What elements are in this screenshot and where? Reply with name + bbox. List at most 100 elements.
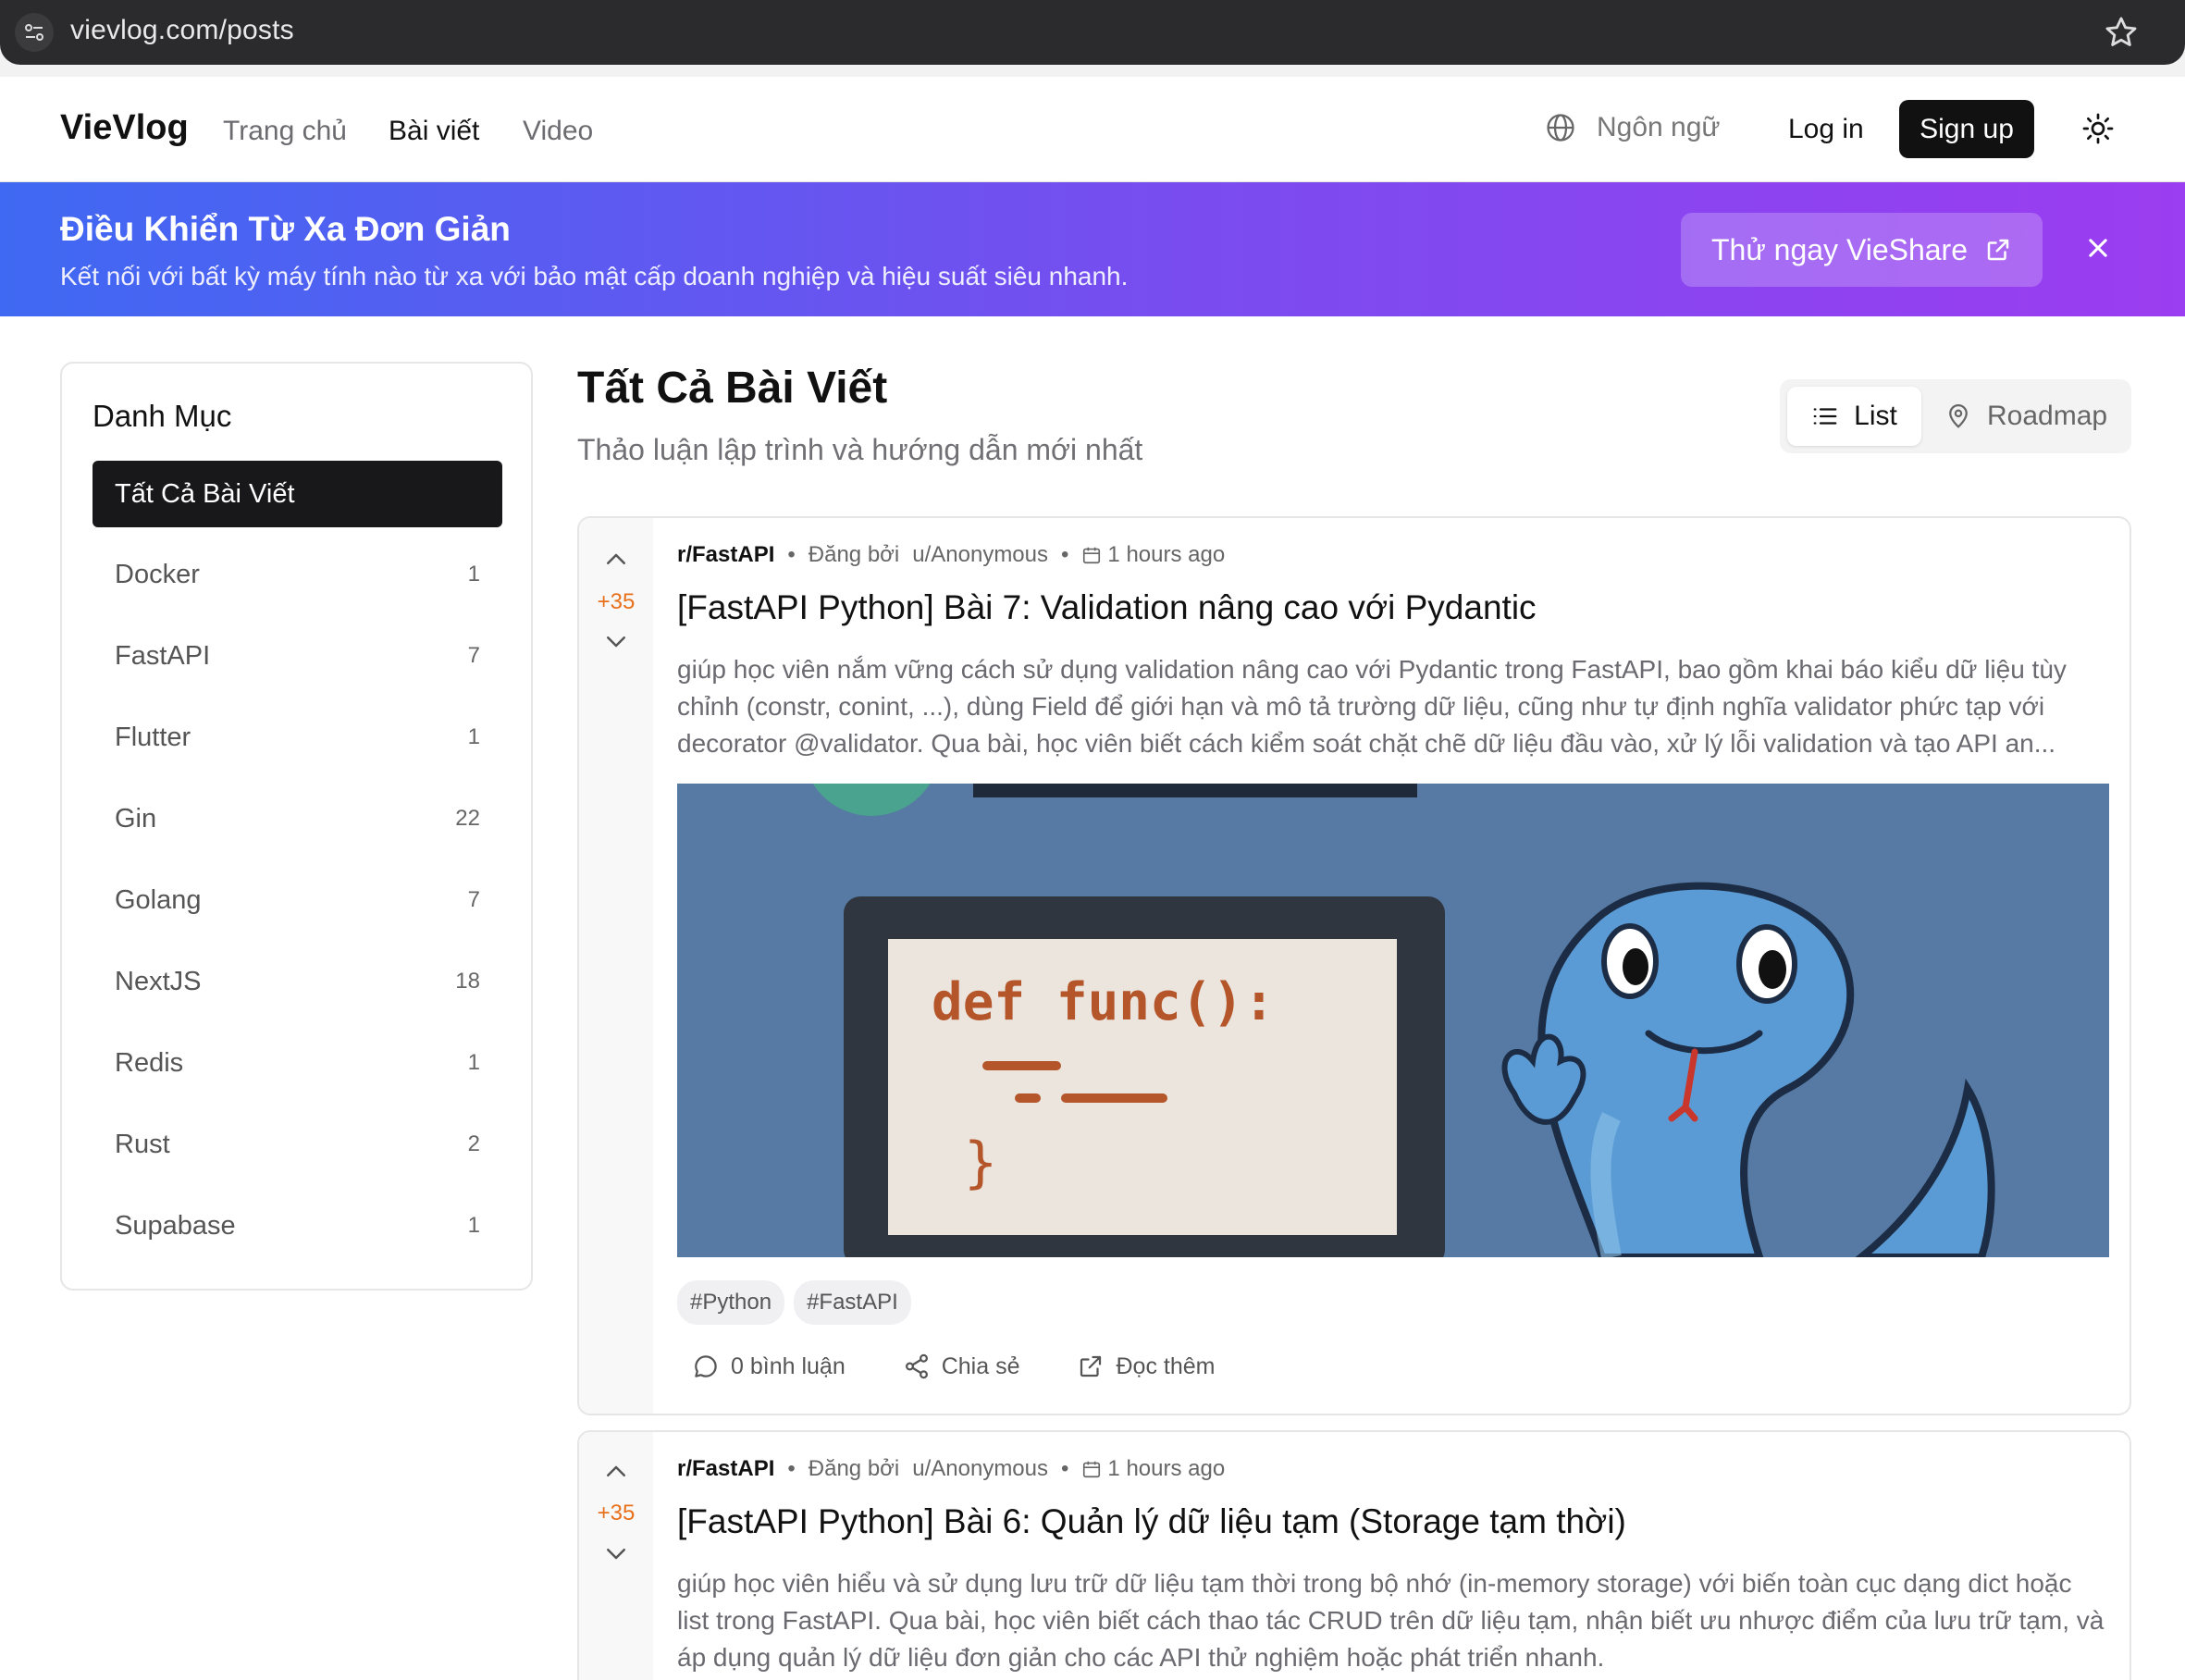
tag-chip[interactable]: #Python: [677, 1280, 785, 1325]
upvote-icon[interactable]: [602, 546, 630, 574]
category-nextjs[interactable]: NextJS 18: [93, 954, 502, 1009]
sun-icon[interactable]: [2081, 112, 2115, 145]
nav-link-video[interactable]: Video: [523, 116, 593, 147]
vote-count: +35: [597, 1501, 636, 1526]
post-card[interactable]: +35 r/FastAPI • Đăng bởi u/Anonymous • 1…: [577, 516, 2131, 1415]
downvote-icon[interactable]: [602, 1539, 630, 1567]
category-count: 18: [455, 969, 480, 994]
view-roadmap-button[interactable]: Roadmap: [1944, 387, 2107, 446]
bookmark-star-icon[interactable]: [2104, 15, 2139, 50]
meta-dot: •: [1061, 1456, 1069, 1481]
post-meta: r/FastAPI • Đăng bởi u/Anonymous • 1 hou…: [677, 542, 1225, 568]
calendar-icon: [1083, 1461, 1101, 1478]
category-golang[interactable]: Golang 7: [93, 872, 502, 928]
meta-dot: •: [787, 1456, 796, 1481]
category-docker[interactable]: Docker 1: [93, 547, 502, 602]
share-button[interactable]: Chia sẻ: [903, 1353, 1019, 1380]
post-card[interactable]: +35 r/FastAPI • Đăng bởi u/Anonymous • 1…: [577, 1430, 2131, 1680]
category-label: Docker: [115, 559, 200, 589]
banner-subtitle: Kết nối với bất kỳ máy tính nào từ xa vớ…: [60, 262, 1129, 290]
login-link[interactable]: Log in: [1788, 114, 1864, 145]
category-count: 1: [467, 1213, 480, 1238]
map-pin-icon: [1949, 404, 1968, 428]
view-list-label: List: [1854, 401, 1897, 431]
nav-link-posts[interactable]: Bài viết: [389, 116, 479, 147]
view-list-button[interactable]: List: [1787, 387, 1921, 446]
site-settings-icon[interactable]: [15, 13, 54, 52]
read-more-button[interactable]: Đọc thêm: [1077, 1353, 1215, 1380]
post-thumbnail[interactable]: def func(): }: [677, 784, 2109, 1257]
category-count: 1: [467, 724, 480, 749]
posted-by-label: Đăng bởi: [808, 542, 900, 567]
share-icon: [905, 1353, 928, 1379]
category-label: Flutter: [115, 722, 191, 752]
comments-button[interactable]: 0 bình luận: [692, 1353, 846, 1380]
post-tags: #Python #FastAPI: [677, 1280, 911, 1325]
language-selector[interactable]: Ngôn ngữ: [1545, 112, 1721, 143]
comments-label: 0 bình luận: [731, 1353, 846, 1379]
fastapi-snake-illustration: def func(): }: [677, 784, 2109, 1257]
calendar-icon: [1083, 547, 1101, 564]
category-label: Rust: [115, 1129, 170, 1159]
banner-cta-label: Thử ngay VieShare: [1711, 232, 1968, 266]
category-flutter[interactable]: Flutter 1: [93, 710, 502, 765]
meta-dot: •: [1061, 542, 1069, 567]
category-label: FastAPI: [115, 640, 211, 671]
read-more-label: Đọc thêm: [1116, 1353, 1216, 1379]
banner-title: Điều Khiển Từ Xa Đơn Giản: [60, 210, 511, 248]
post-title[interactable]: [FastAPI Python] Bài 6: Quản lý dữ liệu …: [677, 1502, 1626, 1541]
post-author[interactable]: u/Anonymous: [912, 1456, 1048, 1482]
downvote-icon[interactable]: [602, 627, 630, 655]
post-subreddit[interactable]: r/FastAPI: [677, 1456, 774, 1482]
code-text: def func():: [932, 972, 1275, 1032]
comment-icon: [695, 1355, 717, 1377]
view-toggle: List Roadmap: [1780, 379, 2131, 453]
external-link-icon: [1080, 1355, 1102, 1377]
category-count: 22: [455, 806, 480, 831]
category-rust[interactable]: Rust 2: [93, 1117, 502, 1172]
category-count: 1: [467, 562, 480, 587]
tag-chip[interactable]: #FastAPI: [794, 1280, 911, 1325]
post-time: 1 hours ago: [1107, 1456, 1226, 1481]
category-label: Supabase: [115, 1210, 236, 1241]
category-sidebar: Danh Mục Tất Cả Bài Viết Docker 1 FastAPI…: [60, 362, 533, 1291]
external-link-icon: [1987, 239, 2009, 261]
browser-bar: vievlog.com/posts: [0, 0, 2185, 77]
language-label: Ngôn ngữ: [1597, 112, 1721, 142]
category-count: 2: [467, 1131, 480, 1156]
post-actions: 0 bình luận Chia sẻ Đọc thêm: [692, 1353, 1215, 1380]
address-bar[interactable]: vievlog.com/posts: [0, 0, 2185, 65]
brand-logo[interactable]: VieVlog: [60, 108, 189, 148]
promo-banner: Điều Khiển Từ Xa Đơn Giản Kết nối với bấ…: [0, 182, 2185, 316]
top-navbar: VieVlog Trang chủ Bài viết Video Ngôn ng…: [0, 77, 2185, 182]
signup-button[interactable]: Sign up: [1899, 100, 2034, 158]
url-text[interactable]: vievlog.com/posts: [70, 15, 294, 46]
page-title: Tất Cả Bài Viết: [577, 364, 888, 413]
vote-column: +35: [579, 518, 653, 1414]
vote-count: +35: [597, 589, 636, 614]
post-meta: r/FastAPI • Đăng bởi u/Anonymous • 1 hou…: [677, 1456, 1225, 1482]
sidebar-title: Danh Mục: [93, 399, 232, 433]
post-excerpt: giúp học viên nắm vững cách sử dụng vali…: [677, 655, 2067, 758]
close-icon[interactable]: [2085, 235, 2111, 261]
category-supabase[interactable]: Supabase 1: [93, 1198, 502, 1254]
nav-link-home[interactable]: Trang chủ: [223, 116, 347, 147]
vote-column: +35: [579, 1432, 653, 1680]
category-fastapi[interactable]: FastAPI 7: [93, 628, 502, 684]
category-all-posts[interactable]: Tất Cả Bài Viết: [93, 461, 502, 527]
upvote-icon[interactable]: [602, 1458, 630, 1486]
posted-by-label: Đăng bởi: [808, 1456, 900, 1481]
category-redis[interactable]: Redis 1: [93, 1035, 502, 1091]
category-gin[interactable]: Gin 22: [93, 791, 502, 846]
category-label: Redis: [115, 1047, 184, 1078]
meta-dot: •: [787, 542, 796, 567]
globe-icon: [1547, 114, 1574, 142]
page-subtitle: Thảo luận lập trình và hướng dẫn mới nhấ…: [577, 433, 1143, 466]
svg-text:}: }: [964, 1130, 997, 1195]
post-excerpt: giúp học viên hiểu và sử dụng lưu trữ dữ…: [677, 1569, 2105, 1672]
post-subreddit[interactable]: r/FastAPI: [677, 542, 774, 568]
try-vieshare-button[interactable]: Thử ngay VieShare: [1681, 213, 2043, 287]
post-title[interactable]: [FastAPI Python] Bài 7: Validation nâng …: [677, 588, 1537, 627]
list-icon: [1813, 408, 1837, 425]
post-author[interactable]: u/Anonymous: [912, 542, 1048, 568]
